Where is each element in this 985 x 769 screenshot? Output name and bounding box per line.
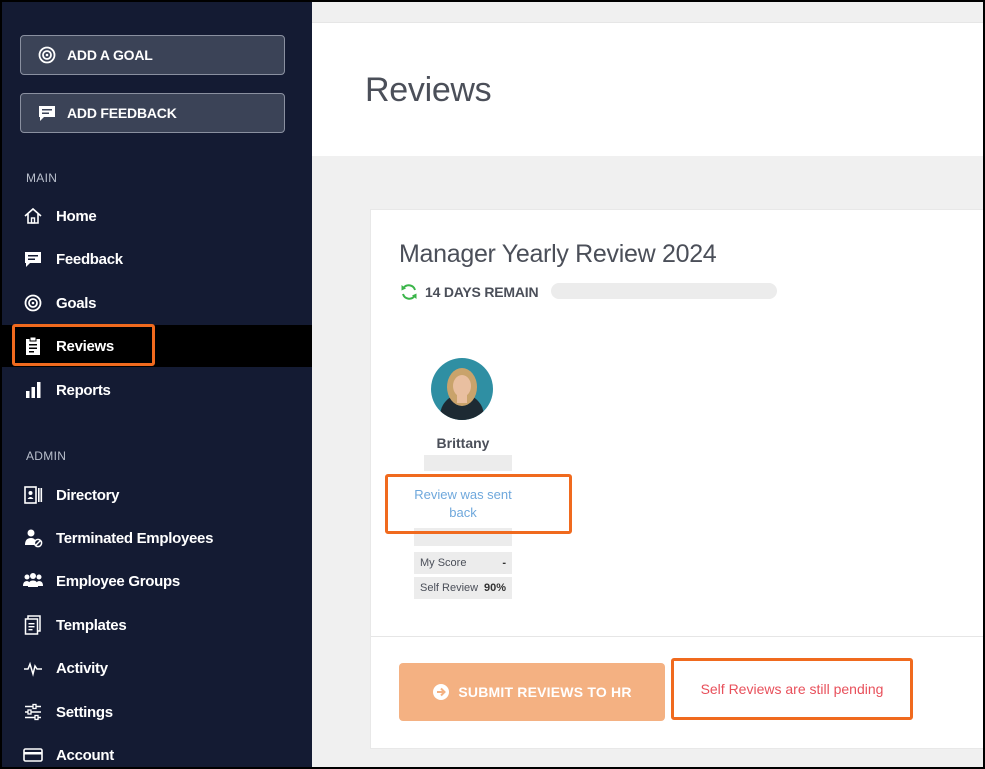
add-goal-label: ADD A GOAL	[67, 47, 153, 63]
refresh-icon	[401, 284, 417, 300]
submit-reviews-label: SUBMIT REVIEWS TO HR	[458, 684, 632, 700]
sliders-icon	[22, 701, 44, 723]
days-remain-label: 14 DAYS REMAIN	[425, 284, 539, 300]
sidebar-item-label: Settings	[56, 703, 113, 721]
employee-name: Brittany	[436, 435, 490, 451]
directory-icon	[22, 484, 44, 506]
my-score-row: My Score -	[414, 552, 512, 574]
target-icon	[22, 292, 44, 314]
sidebar-item-label: Activity	[56, 659, 108, 677]
score-label: My Score	[420, 557, 467, 569]
score-value: -	[502, 557, 506, 569]
sidebar-item-label: Templates	[56, 616, 127, 634]
reviews-highlight	[12, 324, 155, 366]
target-icon	[37, 45, 57, 65]
sidebar-item-directory[interactable]: Directory	[2, 474, 312, 516]
avatar[interactable]	[431, 358, 493, 420]
self-review-row: Self Review 90%	[414, 577, 512, 599]
sidebar-item-label: Goals	[56, 294, 97, 312]
sidebar-item-reports[interactable]: Reports	[2, 369, 312, 411]
submit-reviews-button[interactable]: SUBMIT REVIEWS TO HR	[399, 663, 665, 721]
sidebar-item-activity[interactable]: Activity	[2, 647, 312, 689]
sidebar-item-goals[interactable]: Goals	[2, 282, 312, 324]
home-icon	[22, 205, 44, 227]
add-feedback-button[interactable]: ADD FEEDBACK	[20, 93, 285, 133]
pending-message-text: Self Reviews are still pending	[700, 681, 884, 697]
arrow-circle-icon	[433, 684, 450, 700]
page-header: Reviews	[312, 22, 983, 156]
sidebar-item-label: Feedback	[56, 250, 123, 268]
review-card: Manager Yearly Review 2024 14 DAYS REMAI…	[370, 209, 983, 749]
terminated-user-icon	[22, 527, 44, 549]
progress-bar	[551, 283, 777, 299]
admin-section-label: ADMIN	[26, 449, 67, 463]
days-remain: 14 DAYS REMAIN	[399, 282, 539, 302]
score-value: 90%	[483, 582, 506, 594]
sidebar-item-terminated-employees[interactable]: Terminated Employees	[2, 517, 312, 559]
sidebar-item-label: Home	[56, 207, 97, 225]
divider	[371, 636, 983, 637]
app-window: ADD A GOAL ADD FEEDBACK MAIN Home Feedba…	[0, 0, 985, 769]
add-feedback-label: ADD FEEDBACK	[67, 105, 177, 121]
sidebar-item-settings[interactable]: Settings	[2, 691, 312, 733]
sidebar-item-label: Directory	[56, 486, 120, 504]
sidebar-item-account[interactable]: Account	[2, 734, 312, 767]
group-icon	[22, 570, 44, 592]
review-title: Manager Yearly Review 2024	[399, 240, 717, 268]
feedback-icon	[22, 248, 44, 270]
sidebar: ADD A GOAL ADD FEEDBACK MAIN Home Feedba…	[2, 2, 312, 767]
add-goal-button[interactable]: ADD A GOAL	[20, 35, 285, 75]
sidebar-item-label: Employee Groups	[56, 572, 180, 590]
sidebar-item-label: Terminated Employees	[56, 529, 214, 547]
status-highlight	[385, 474, 572, 534]
templates-icon	[22, 614, 44, 636]
score-label: Self Review	[420, 582, 479, 594]
sidebar-item-home[interactable]: Home	[2, 195, 312, 237]
placeholder-bar	[424, 455, 512, 471]
bar-chart-icon	[22, 379, 44, 401]
feedback-icon	[37, 103, 57, 123]
main-section-label: MAIN	[26, 171, 58, 185]
sidebar-item-feedback[interactable]: Feedback	[2, 238, 312, 280]
sidebar-item-label: Account	[56, 746, 114, 764]
sidebar-item-templates[interactable]: Templates	[2, 604, 312, 646]
sidebar-item-employee-groups[interactable]: Employee Groups	[2, 560, 312, 602]
card-icon	[22, 744, 44, 766]
sidebar-item-label: Reports	[56, 381, 111, 399]
pending-message: Self Reviews are still pending	[671, 658, 913, 720]
page-title: Reviews	[365, 71, 492, 109]
main-content: Reviews Manager Yearly Review 2024 14 DA…	[312, 2, 983, 767]
activity-icon	[22, 657, 44, 679]
